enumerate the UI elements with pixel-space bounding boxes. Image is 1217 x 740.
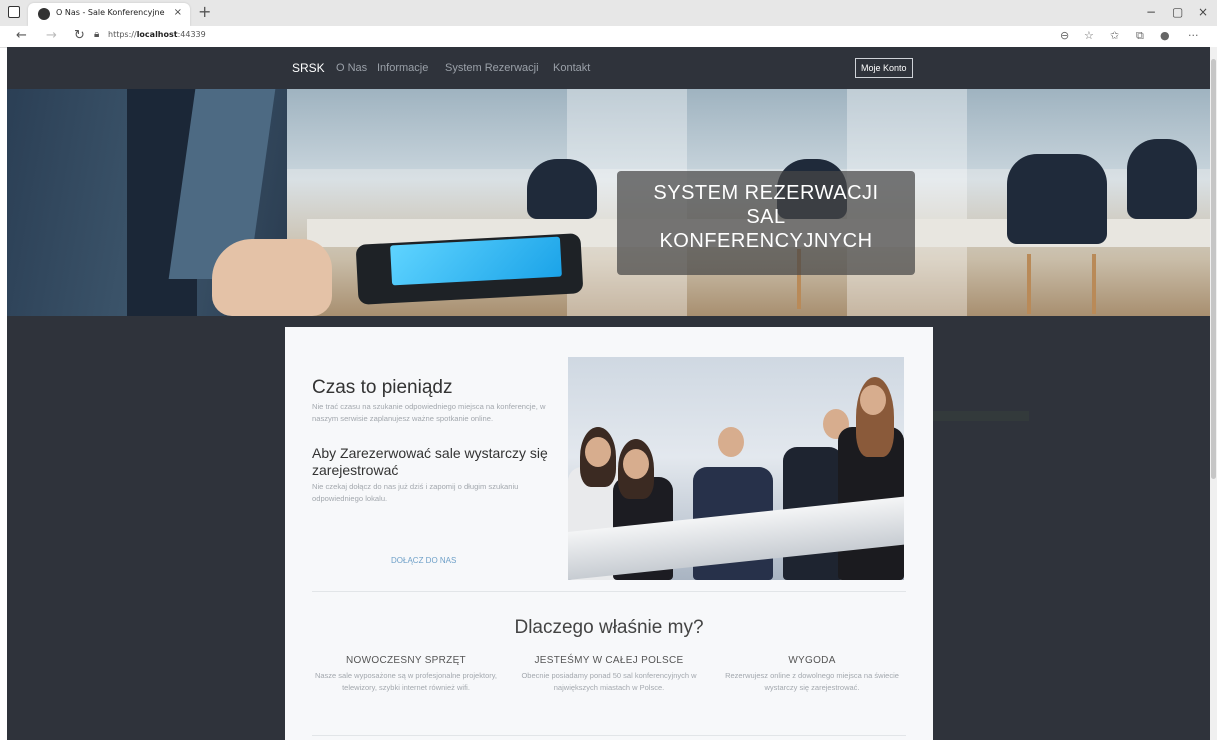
team-photo [568, 357, 904, 580]
more-icon[interactable]: ··· [1188, 29, 1199, 42]
hero-caption-line: SYSTEM REZERWACJI [653, 182, 879, 204]
hero-chair-leg [1027, 254, 1031, 314]
page-scrollbar[interactable] [1210, 47, 1217, 740]
back-icon[interactable]: ← [16, 28, 27, 43]
content-card: Czas to pieniądz Nie trać czasu na szuka… [285, 327, 933, 740]
feature-text: Rezerwujesz online z dowolnego miejsca n… [725, 671, 899, 692]
add-favorite-icon[interactable]: ☆ [1084, 29, 1094, 42]
hero-caption-line: KONFERENCYJNYCH [659, 230, 873, 252]
favorites-icon[interactable]: ✩ [1110, 29, 1119, 42]
section-divider [312, 591, 906, 592]
url-host: localhost [136, 30, 178, 39]
tab-close-icon[interactable]: × [174, 7, 182, 18]
profile-icon[interactable]: ● [1160, 29, 1170, 42]
hero-hand [212, 239, 332, 316]
feature-text: Obecnie posiadamy ponad 50 sal konferenc… [521, 671, 697, 692]
browser-tab-bar: O Nas - Sale Konferencyjne × + − ▢ × [0, 0, 1217, 26]
register-text: Nie czekaj dołącz do nas już dziś i zapo… [312, 482, 519, 503]
site-navbar: SRSK O Nas Informacje System Rezerwacji … [7, 47, 1210, 89]
feature-modern-equipment: NOWOCZESNY SPRZĘT Nasze sale wyposażone … [306, 655, 506, 694]
lock-icon[interactable]: 🔒︎ [94, 29, 99, 40]
url-scheme: https:// [108, 30, 137, 39]
tab-actions-icon[interactable] [8, 6, 20, 18]
zoom-icon[interactable]: ⊖ [1060, 29, 1069, 42]
hero-chair-leg [1092, 254, 1096, 314]
hero-chair [1127, 139, 1197, 219]
intro-text: Nie trać czasu na szukanie odpowiedniego… [312, 402, 546, 423]
nav-link-kontakt[interactable]: Kontakt [553, 62, 590, 74]
minimize-button[interactable]: − [1146, 5, 1156, 19]
feature-text: Nasze sale wyposażone są w profesjonalne… [314, 671, 498, 692]
refresh-icon[interactable]: ↻ [74, 28, 85, 43]
photo-head [623, 449, 649, 479]
address-bar-row: ← → ↻ 🔒︎ https://localhost:44339 ⊖ ☆ ✩ ⧉… [0, 26, 1217, 48]
hero-caption: SYSTEM REZERWACJI SAL KONFERENCYJNYCH [617, 171, 915, 275]
browser-tab[interactable]: O Nas - Sale Konferencyjne × [28, 3, 190, 26]
hero-chair [1007, 154, 1107, 244]
new-tab-button[interactable]: + [198, 3, 211, 21]
photo-head [585, 437, 611, 467]
close-window-button[interactable]: × [1198, 5, 1208, 19]
hero-banner: SYSTEM REZERWACJI SAL KONFERENCYJNYCH [7, 89, 1210, 316]
forward-icon[interactable]: → [46, 28, 57, 43]
feature-title: WYGODA [788, 655, 836, 666]
section-divider-bottom [312, 735, 906, 736]
my-account-button[interactable]: Moje Konto [855, 58, 913, 78]
why-us-heading: Dlaczego właśnie my? [514, 617, 704, 638]
brand-link[interactable]: SRSK [292, 61, 325, 75]
intro-section: Czas to pieniądz Nie trać czasu na szuka… [312, 377, 552, 505]
maximize-button[interactable]: ▢ [1172, 5, 1183, 19]
photo-head [718, 427, 744, 457]
nav-link-informacje[interactable]: Informacje [377, 62, 428, 74]
collections-icon[interactable]: ⧉ [1136, 29, 1144, 43]
join-us-link[interactable]: DOŁĄCZ DO NAS [391, 556, 456, 565]
nav-link-o-nas[interactable]: O Nas [336, 62, 367, 74]
site-favicon-icon [38, 8, 50, 20]
feature-title: JESTEŚMY W CAŁEJ POLSCE [534, 655, 684, 666]
feature-convenience: WYGODA Rezerwujesz online z dowolnego mi… [712, 655, 912, 694]
tab-title: O Nas - Sale Konferencyjne [56, 8, 165, 17]
nav-link-system-rezerwacji[interactable]: System Rezerwacji [445, 62, 539, 74]
feature-title: NOWOCZESNY SPRZĘT [346, 655, 466, 666]
hero-caption-line: SAL [746, 206, 786, 228]
photo-head [860, 385, 886, 415]
register-heading: Aby Zarezerwować sale wystarczy się zare… [312, 445, 548, 478]
page-viewport: SRSK O Nas Informacje System Rezerwacji … [7, 47, 1210, 740]
scrollbar-thumb[interactable] [1211, 59, 1216, 479]
feature-all-poland: JESTEŚMY W CAŁEJ POLSCE Obecnie posiadam… [509, 655, 709, 694]
url-port: :44339 [177, 30, 206, 39]
intro-heading: Czas to pieniądz [312, 377, 453, 398]
hero-chair [527, 159, 597, 219]
url-field[interactable]: https://localhost:44339 [108, 30, 206, 39]
